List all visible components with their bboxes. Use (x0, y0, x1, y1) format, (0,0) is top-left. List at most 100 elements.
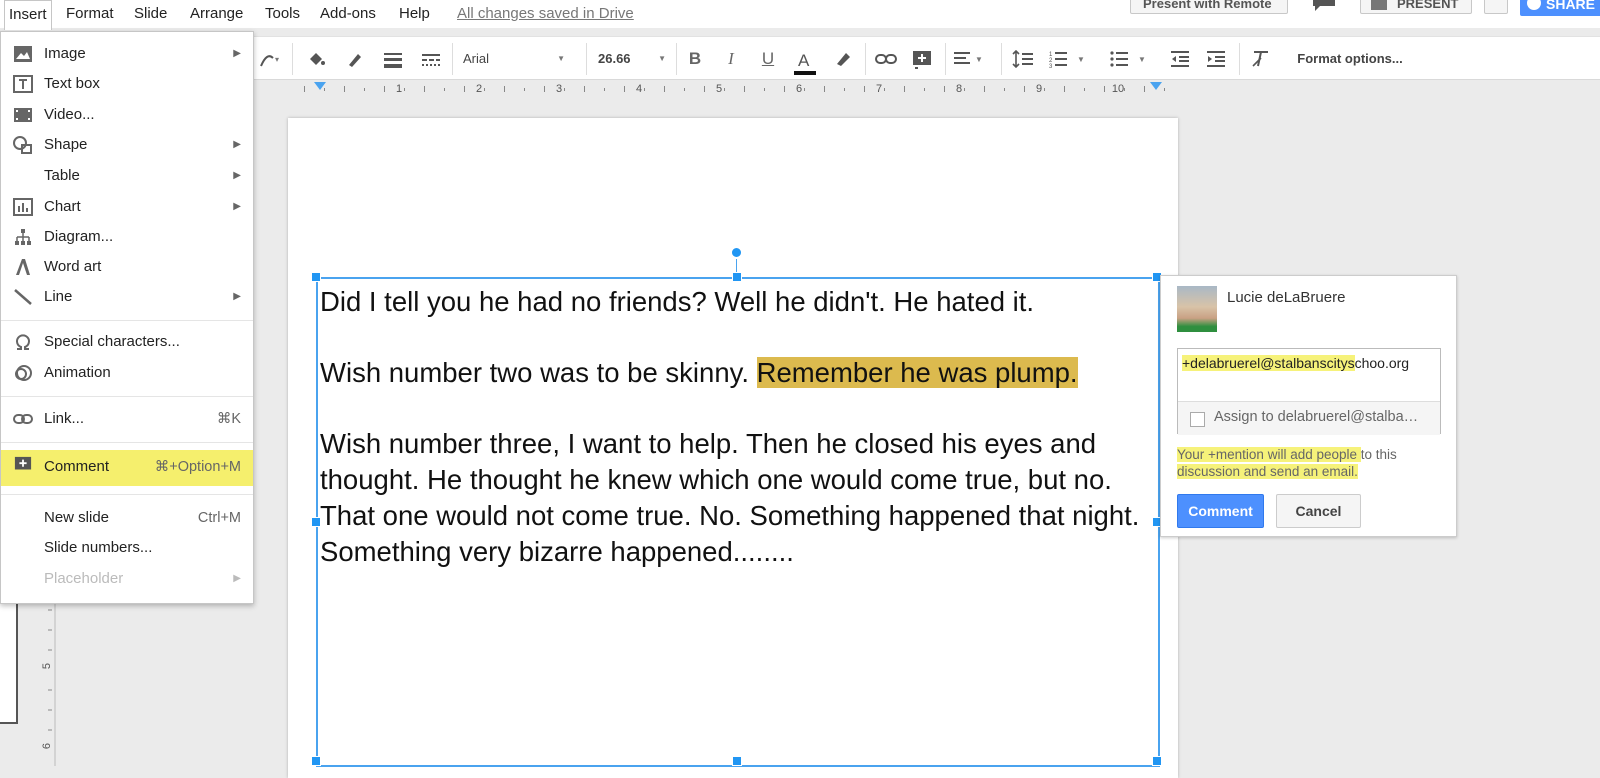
resize-handle-sw[interactable] (311, 756, 321, 766)
link-icon[interactable] (873, 47, 899, 71)
border-weight-icon[interactable] (380, 47, 406, 71)
menu-item-label: Video... (44, 106, 95, 123)
submenu-arrow-icon: ▶ (233, 170, 241, 181)
avatar (1177, 286, 1217, 332)
add-comment-icon[interactable] (909, 47, 935, 71)
share-button[interactable]: SHARE (1520, 0, 1600, 16)
menu-arrange[interactable]: Arrange (186, 0, 247, 28)
menu-insert[interactable]: Insert (4, 0, 52, 30)
horizontal-ruler: 1 2 3 4 5 6 7 8 9 10 (292, 82, 1172, 96)
menu-help[interactable]: Help (395, 0, 434, 28)
menu-item-label: Word art (44, 258, 102, 275)
menu-tools[interactable]: Tools (261, 0, 304, 28)
ruler-tick (984, 86, 985, 92)
animation-icon (15, 365, 32, 381)
resize-handle-n[interactable] (732, 272, 742, 282)
comment-submit-button[interactable]: Comment (1177, 494, 1264, 528)
menu-item-label: Text box (44, 75, 100, 92)
font-family-select[interactable]: Arial ▼ (463, 47, 573, 71)
menu-item-special-characters[interactable]: Special characters... (1, 328, 253, 356)
highlight-color-icon[interactable] (830, 47, 856, 71)
menu-item-comment[interactable]: Comment ⌘+Option+M (1, 450, 253, 486)
present-button[interactable]: PRESENT (1360, 0, 1472, 14)
underline-icon[interactable]: U (755, 47, 781, 71)
menu-item-animation[interactable]: Animation (1, 359, 253, 387)
present-options-button[interactable] (1484, 0, 1508, 14)
text-color-icon[interactable]: A (791, 47, 819, 77)
format-options-button[interactable]: Format options... (1290, 47, 1410, 71)
rotation-handle[interactable] (732, 248, 741, 257)
assign-row[interactable]: Assign to delabruerel@stalba… (1178, 401, 1440, 435)
menu-add-ons[interactable]: Add-ons (316, 0, 380, 28)
font-size-value: 26.66 (598, 51, 631, 66)
ruler-tick (764, 88, 765, 91)
resize-handle-se[interactable] (1152, 756, 1162, 766)
assign-checkbox[interactable] (1190, 412, 1205, 427)
paragraph-2: Wish number two was to be skinny. Rememb… (320, 355, 1150, 391)
image-icon (14, 46, 32, 62)
slide-thumbnail[interactable] (0, 590, 18, 724)
menu-item-video[interactable]: Video... (1, 101, 253, 129)
border-color-icon[interactable] (342, 47, 368, 71)
share-button-label: SHARE (1546, 0, 1596, 12)
ruler-number: 10 (1111, 83, 1125, 95)
submenu-arrow-icon: ▶ (233, 573, 241, 584)
numbered-list-icon[interactable]: 1 2 3 ▼ (1049, 47, 1093, 71)
ruler-tick (364, 88, 365, 91)
chevron-down-icon: ▼ (557, 54, 565, 63)
present-icon (1371, 0, 1387, 10)
menu-format[interactable]: Format (62, 0, 118, 28)
border-dash-icon[interactable] (418, 47, 444, 71)
ruler-tick (1064, 86, 1065, 92)
italic-icon[interactable]: I (718, 47, 744, 71)
right-indent-marker[interactable] (1150, 82, 1162, 90)
align-icon[interactable]: ▼ (953, 47, 993, 71)
comment-cancel-button[interactable]: Cancel (1276, 494, 1361, 528)
menu-item-label: Shape (44, 136, 88, 153)
comment-input-mention: +delabruerel@stalbanscitys (1182, 355, 1355, 371)
bold-icon[interactable]: B (682, 47, 708, 71)
highlighted-selection: Remember he was plump. (756, 357, 1078, 388)
menu-item-table[interactable]: Table ▶ (1, 162, 253, 190)
resize-handle-s[interactable] (732, 756, 742, 766)
menubar: Insert Format Slide Arrange Tools Add-on… (0, 0, 1600, 30)
slide-text-content[interactable]: Did I tell you he had no friends? Well h… (320, 284, 1150, 605)
menu-item-label: New slide (44, 509, 110, 526)
decrease-indent-icon[interactable] (1167, 47, 1193, 71)
chevron-down-icon: ▼ (658, 54, 666, 63)
menu-item-slide-numbers[interactable]: Slide numbers... (1, 534, 253, 562)
line-spacing-icon[interactable] (1010, 47, 1036, 71)
font-size-select[interactable]: 26.66 ▼ (598, 47, 668, 71)
menu-item-image[interactable]: Image ▶ (1, 40, 253, 68)
menu-item-line[interactable]: Line ▶ (1, 283, 253, 311)
menu-item-text-box[interactable]: Text box (1, 70, 253, 98)
clear-formatting-icon[interactable] (1248, 47, 1274, 71)
line-type-icon[interactable]: ▾ (256, 47, 284, 71)
increase-indent-icon[interactable] (1203, 47, 1229, 71)
resize-handle-nw[interactable] (311, 272, 321, 282)
ruler-tick (664, 86, 665, 92)
comments-icon[interactable] (1312, 0, 1336, 11)
menu-item-label: Animation (44, 364, 111, 381)
menu-item-new-slide[interactable]: New slide Ctrl+M (1, 504, 253, 532)
comment-input[interactable]: +delabruerel@stalbanscityschoo.org Assig… (1177, 348, 1441, 435)
fill-color-icon[interactable] (303, 47, 329, 71)
ruler-tick (644, 88, 645, 91)
ruler-tick (884, 88, 885, 91)
menu-slide[interactable]: Slide (130, 0, 171, 28)
menu-item-link[interactable]: Link... ⌘K (1, 405, 253, 433)
ruler-tick (484, 88, 485, 91)
menu-item-chart[interactable]: Chart ▶ (1, 193, 253, 221)
menu-item-diagram[interactable]: Diagram... (1, 223, 253, 251)
menu-item-shape[interactable]: Shape ▶ (1, 131, 253, 159)
present-with-remote-button[interactable]: Present with Remote (1130, 0, 1288, 14)
menu-item-label: Link... (44, 410, 85, 427)
ruler-tick (464, 86, 465, 92)
saved-status-link[interactable]: All changes saved in Drive (457, 0, 634, 28)
svg-text:▾: ▾ (275, 55, 279, 64)
ruler-tick (624, 86, 625, 92)
bulleted-list-icon[interactable]: ▼ (1110, 47, 1154, 71)
comment-input-rest: choo.org (1354, 355, 1410, 371)
menu-item-word-art[interactable]: Word art (1, 253, 253, 281)
menu-divider (1, 442, 253, 443)
